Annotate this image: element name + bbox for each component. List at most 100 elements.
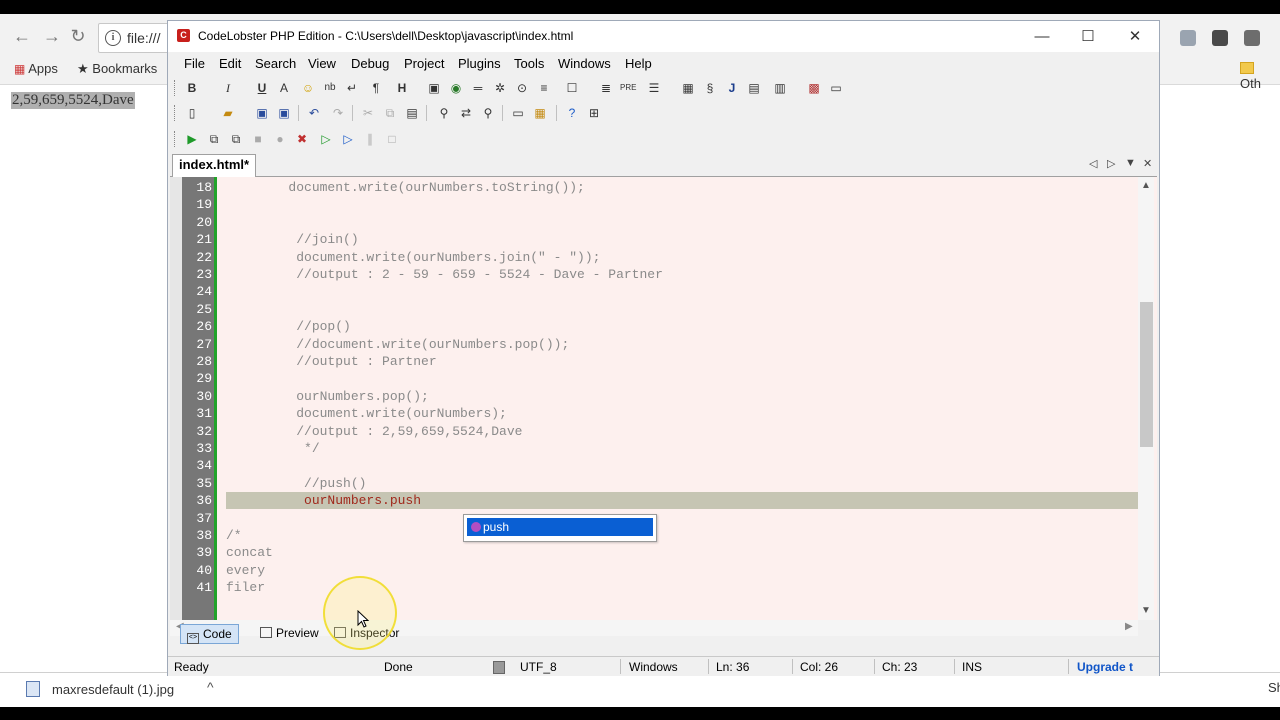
stop-icon[interactable]: ■ xyxy=(250,131,266,147)
chevron-up-icon[interactable]: ^ xyxy=(207,679,214,695)
image-icon[interactable]: ▣ xyxy=(426,80,442,96)
menu-debug[interactable]: Debug xyxy=(351,56,389,71)
code-line[interactable]: 29 xyxy=(170,370,1136,387)
replace-icon[interactable]: ⇄ xyxy=(458,105,474,121)
close-icon[interactable]: ✕ xyxy=(1112,21,1158,52)
code-line[interactable]: 40 every xyxy=(170,562,1136,579)
maximize-icon[interactable]: ☐ xyxy=(1065,21,1111,52)
align-icon[interactable]: ≡ xyxy=(536,80,552,96)
frame-icon[interactable]: ▥ xyxy=(772,80,788,96)
menu-view[interactable]: View xyxy=(308,56,336,71)
save-icon[interactable]: ▣ xyxy=(254,105,270,121)
nbsp-icon[interactable]: nb xyxy=(322,80,338,96)
extension-icon[interactable] xyxy=(1180,30,1196,46)
scroll-up-icon[interactable]: ▲ xyxy=(1141,180,1151,191)
toolbar-grip[interactable] xyxy=(174,80,178,96)
copy-icon[interactable]: ⧉ xyxy=(382,105,398,121)
pause-icon[interactable]: ∥ xyxy=(362,131,378,147)
code-line[interactable]: 26 //pop() xyxy=(170,318,1136,335)
show-all-downloads[interactable]: Sh xyxy=(1268,680,1280,695)
menu-tools[interactable]: Tools xyxy=(514,56,544,71)
tab-close-icon[interactable]: ✕ xyxy=(1143,157,1152,170)
next-bookmark-icon[interactable]: ▦ xyxy=(532,105,548,121)
list-icon[interactable]: ☰ xyxy=(646,80,662,96)
minimize-icon[interactable]: — xyxy=(1019,21,1065,52)
apps-bookmark[interactable]: ▦ Apps xyxy=(14,61,58,76)
menu-search[interactable]: Search xyxy=(255,56,296,71)
link-icon[interactable]: ◉ xyxy=(448,80,464,96)
status-encoding[interactable]: UTF_8 xyxy=(520,660,557,674)
font-icon[interactable]: A xyxy=(276,80,292,96)
code-line[interactable]: 22 document.write(ourNumbers.join(" - ")… xyxy=(170,249,1136,266)
code-line[interactable]: 28 //output : Partner xyxy=(170,353,1136,370)
toolbar-grip[interactable] xyxy=(174,105,178,121)
bold-icon[interactable]: B xyxy=(184,80,200,96)
tab-prev-icon[interactable]: ◁ xyxy=(1089,157,1097,170)
run-config-icon[interactable]: ⧉ xyxy=(206,131,222,147)
screen-icon[interactable]: ⊞ xyxy=(586,105,602,121)
code-line[interactable]: 18 document.write(ourNumbers.toString())… xyxy=(170,179,1136,196)
stop-debug-icon[interactable]: □ xyxy=(384,131,400,147)
back-icon[interactable]: ← xyxy=(12,26,32,46)
menu-plugins[interactable]: Plugins xyxy=(458,56,501,71)
tab-code[interactable]: <> Code xyxy=(180,624,239,644)
code-line[interactable]: 36 ourNumbers.push xyxy=(170,492,1138,510)
table-icon[interactable]: ▦ xyxy=(680,80,696,96)
breakpoint-icon[interactable]: ● xyxy=(272,131,288,147)
redo-icon[interactable]: ↷ xyxy=(330,105,346,121)
reload-icon[interactable]: ↻ xyxy=(68,26,88,46)
cast-icon[interactable] xyxy=(1244,30,1260,46)
vertical-scrollbar[interactable]: ▲ ▼ xyxy=(1138,177,1154,620)
toolbar-grip[interactable] xyxy=(174,131,178,147)
cut-icon[interactable]: ✂ xyxy=(360,105,376,121)
paragraph-icon[interactable]: ¶ xyxy=(368,80,384,96)
media-icon[interactable]: ▩ xyxy=(806,80,822,96)
code-line[interactable]: 41 filer xyxy=(170,579,1136,596)
pre-icon[interactable]: PRE xyxy=(620,80,636,96)
horizontal-rule-icon[interactable]: ═ xyxy=(470,80,486,96)
align-center-icon[interactable]: ≣ xyxy=(598,80,614,96)
start-debug-icon[interactable]: ▷ xyxy=(318,131,334,147)
italic-icon[interactable]: I xyxy=(220,80,236,96)
menu-edit[interactable]: Edit xyxy=(219,56,241,71)
emoticon-icon[interactable]: ☺ xyxy=(300,80,316,96)
find-in-files-icon[interactable]: ⚲ xyxy=(480,105,496,121)
line-break-icon[interactable]: ↵ xyxy=(344,80,360,96)
menu-windows[interactable]: Windows xyxy=(558,56,611,71)
upgrade-link[interactable]: Upgrade t xyxy=(1077,660,1133,674)
help-icon[interactable]: ? xyxy=(564,105,580,121)
code-line[interactable]: 34 xyxy=(170,457,1136,474)
box-icon[interactable]: ☐ xyxy=(564,80,580,96)
download-filename[interactable]: maxresdefault (1).jpg xyxy=(52,682,174,697)
menu-project[interactable]: Project xyxy=(404,56,444,71)
scroll-down-icon[interactable]: ▼ xyxy=(1141,605,1151,616)
code-line[interactable]: 30 ourNumbers.pop(); xyxy=(170,388,1136,405)
tab-preview[interactable]: Preview xyxy=(254,624,325,642)
code-line[interactable]: 20 xyxy=(170,214,1136,231)
code-line[interactable]: 25 xyxy=(170,301,1136,318)
code-editor[interactable]: 18 document.write(ourNumbers.toString())… xyxy=(170,177,1157,620)
code-line[interactable]: 31 document.write(ourNumbers); xyxy=(170,405,1136,422)
tab-list-icon[interactable]: ▼ xyxy=(1125,157,1136,169)
info-icon[interactable]: i xyxy=(105,30,121,46)
status-insert-mode[interactable]: INS xyxy=(962,660,982,674)
autocomplete-item-push[interactable]: push xyxy=(467,518,653,536)
code-line[interactable]: 24 xyxy=(170,283,1136,300)
menu-help[interactable]: Help xyxy=(625,56,652,71)
tab-index-html[interactable]: index.html* xyxy=(172,154,257,177)
code-line[interactable]: 21 //join() xyxy=(170,231,1136,248)
forward-icon[interactable]: → xyxy=(42,26,62,46)
scroll-thumb[interactable] xyxy=(1140,302,1153,447)
code-line[interactable]: 27 //document.write(ourNumbers.pop()); xyxy=(170,336,1136,353)
run-icon[interactable]: ▶ xyxy=(184,131,200,147)
code-line[interactable]: 19 xyxy=(170,196,1136,213)
step-icon[interactable]: ▷ xyxy=(340,131,356,147)
css-icon[interactable]: § xyxy=(702,80,718,96)
undo-icon[interactable]: ↶ xyxy=(306,105,322,121)
underline-icon[interactable]: U xyxy=(254,80,270,96)
form-icon[interactable]: ▤ xyxy=(746,80,762,96)
heading-icon[interactable]: H xyxy=(394,80,410,96)
special-chars-icon[interactable]: ✲ xyxy=(492,80,508,96)
javascript-icon[interactable]: J xyxy=(724,80,740,96)
new-file-icon[interactable]: ▯ xyxy=(184,105,200,121)
